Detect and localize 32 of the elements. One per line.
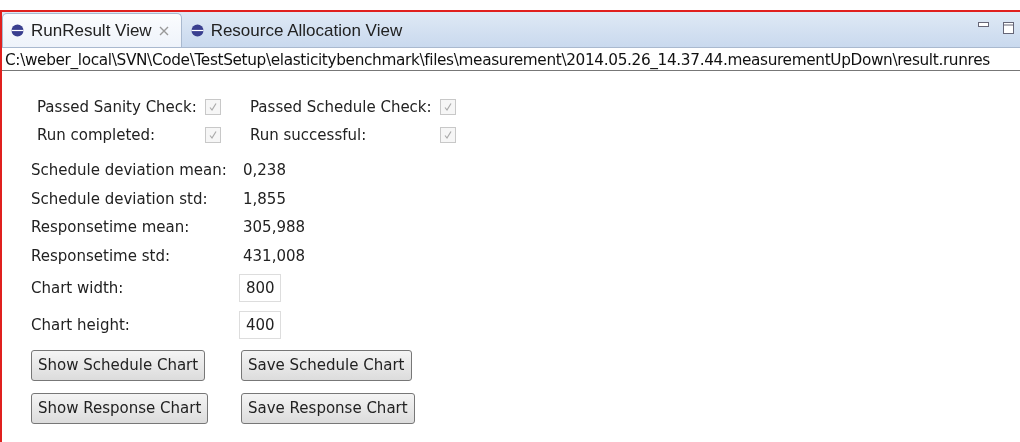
sphere-icon — [11, 24, 24, 37]
stat-label: Responsetime std: — [31, 245, 170, 266]
view-tab[interactable]: RunResult View — [2, 13, 182, 47]
close-icon[interactable] — [158, 25, 169, 36]
input-field[interactable]: 800 — [239, 274, 281, 302]
chart-button[interactable]: Show Schedule Chart — [31, 349, 206, 381]
stat-label: Schedule deviation mean: — [31, 160, 227, 180]
check-label: Run completed: — [37, 125, 157, 145]
check-icon — [208, 102, 218, 112]
check-label: Passed Sanity Check: — [37, 97, 198, 117]
stat-value: 305,988 — [243, 217, 306, 237]
chart-button[interactable]: Show Response Chart — [31, 392, 209, 424]
maximize-icon[interactable] — [1003, 22, 1014, 34]
minimize-icon[interactable] — [978, 22, 989, 27]
input-field[interactable]: 400 — [239, 310, 281, 339]
check-icon — [443, 130, 453, 140]
field-label: Chart height: — [31, 314, 130, 335]
check-label: Run successful: — [250, 125, 368, 145]
stat-value: 0,238 — [243, 160, 286, 180]
file-path: C:\weber_local\SVN\Code\TestSetup\elasticitybenchmark\files\measurement\2014.05.26_14.37.44.measurementUpDown\result.runres — [2, 48, 1020, 71]
field-label: Chart width: — [31, 278, 124, 298]
check-icon — [208, 130, 218, 140]
stat-label: Responsetime mean: — [31, 217, 190, 237]
stat-value: 1,855 — [243, 188, 286, 209]
view-tab[interactable]: Resource Allocation View — [181, 13, 416, 47]
check-icon — [443, 102, 453, 112]
chart-button[interactable]: Save Schedule Chart — [241, 349, 412, 381]
sphere-icon — [190, 24, 204, 37]
check-label: Passed Schedule Check: — [250, 97, 433, 117]
stat-label: Schedule deviation std: — [31, 188, 208, 209]
chart-button[interactable]: Save Response Chart — [241, 392, 415, 424]
stat-value: 431,008 — [243, 245, 306, 266]
